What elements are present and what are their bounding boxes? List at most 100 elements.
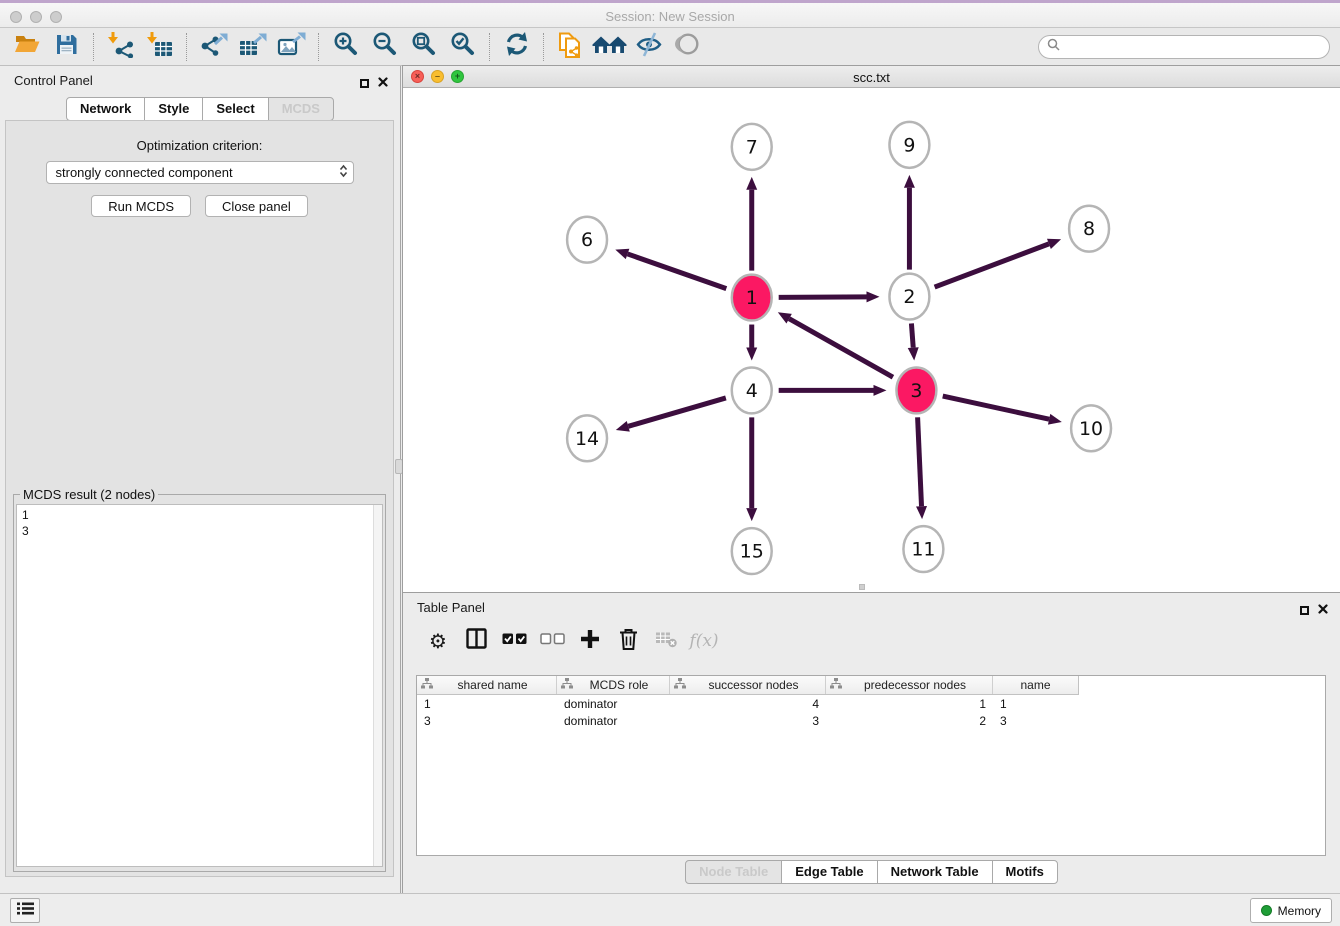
export-table-button[interactable]: [236, 30, 269, 63]
graph-node-15[interactable]: 15: [732, 528, 772, 574]
close-panel-icon[interactable]: [378, 74, 388, 92]
edge-3-10[interactable]: [943, 396, 1062, 424]
clone-network-button[interactable]: [554, 30, 587, 63]
result-scrollbar[interactable]: [373, 505, 382, 866]
column-header-predecessor-nodes[interactable]: predecessor nodes: [826, 676, 993, 694]
graph-node-6[interactable]: 6: [567, 217, 607, 263]
open-session-button[interactable]: [11, 30, 44, 63]
export-image-button[interactable]: [275, 30, 308, 63]
table-cell[interactable]: 3: [670, 714, 826, 728]
edge-1-2[interactable]: [779, 291, 880, 302]
show-column-panel-button[interactable]: [457, 623, 495, 659]
add-column-button[interactable]: [571, 623, 609, 659]
column-header-shared-name[interactable]: shared name: [417, 676, 557, 694]
zoom-fit-button[interactable]: [407, 30, 440, 63]
deselect-all-rows-button[interactable]: [533, 623, 571, 659]
edge-4-15[interactable]: [746, 417, 757, 521]
search-box[interactable]: [1038, 35, 1330, 59]
tab-select[interactable]: Select: [202, 97, 268, 121]
canvas-resize-handle[interactable]: [859, 584, 865, 590]
home-button[interactable]: [593, 30, 626, 63]
show-preview-button[interactable]: [671, 30, 704, 63]
tab-motifs[interactable]: Motifs: [992, 860, 1058, 884]
table-cell[interactable]: dominator: [557, 697, 670, 711]
table-cell[interactable]: 3: [993, 714, 1078, 728]
table-row[interactable]: 1dominator411: [417, 695, 1325, 712]
table-cell[interactable]: 1: [826, 697, 993, 711]
import-table-button[interactable]: [143, 30, 176, 63]
unchecked-boxes-icon: [540, 632, 565, 650]
column-header-successor-nodes[interactable]: successor nodes: [670, 676, 826, 694]
node-table[interactable]: shared nameMCDS rolesuccessor nodesprede…: [416, 675, 1326, 856]
edge-2-8[interactable]: [935, 239, 1061, 287]
zoom-selected-button[interactable]: [446, 30, 479, 63]
network-window-titlebar[interactable]: × – + scc.txt: [403, 66, 1340, 88]
edge-1-7[interactable]: [746, 177, 757, 271]
graph-node-1[interactable]: 1: [732, 275, 772, 321]
tab-mcds[interactable]: MCDS: [268, 97, 334, 121]
table-cell[interactable]: 2: [826, 714, 993, 728]
tab-network-table[interactable]: Network Table: [877, 860, 993, 884]
search-icon: [1047, 38, 1060, 56]
close-panel-button[interactable]: Close panel: [205, 195, 308, 217]
close-panel-icon[interactable]: [1318, 601, 1328, 619]
edge-3-1[interactable]: [778, 312, 893, 377]
float-panel-icon[interactable]: [1300, 606, 1309, 615]
network-graph[interactable]: 1 2 3 4 6 7 8 9 10 11 14 15: [403, 88, 1340, 592]
zoom-out-button[interactable]: [368, 30, 401, 63]
tab-edge-table[interactable]: Edge Table: [781, 860, 877, 884]
tab-style[interactable]: Style: [144, 97, 203, 121]
select-all-rows-button[interactable]: [495, 623, 533, 659]
graph-node-11[interactable]: 11: [903, 526, 943, 572]
graph-node-8[interactable]: 8: [1069, 206, 1109, 252]
edge-1-4[interactable]: [746, 325, 757, 361]
table-cell[interactable]: 3: [417, 714, 557, 728]
mcds-result-text[interactable]: 13: [16, 504, 383, 867]
table-cell[interactable]: 1: [417, 697, 557, 711]
import-table-icon: [146, 31, 174, 63]
graph-node-7[interactable]: 7: [732, 124, 772, 170]
graph-node-9[interactable]: 9: [889, 122, 929, 168]
column-header-mcds-role[interactable]: MCDS role: [557, 676, 670, 694]
table-cell[interactable]: 4: [670, 697, 826, 711]
table-cell[interactable]: 1: [993, 697, 1078, 711]
refresh-view-button[interactable]: [500, 30, 533, 63]
edge-4-3[interactable]: [779, 385, 887, 396]
graph-node-14[interactable]: 14: [567, 415, 607, 461]
table-cell[interactable]: dominator: [557, 714, 670, 728]
network-maximize-button[interactable]: +: [451, 70, 464, 83]
graph-node-4[interactable]: 4: [732, 367, 772, 413]
save-session-button[interactable]: [50, 30, 83, 63]
network-minimize-button[interactable]: –: [431, 70, 444, 83]
edge-2-9[interactable]: [904, 175, 915, 270]
hide-graphics-details-button[interactable]: [632, 30, 665, 63]
tab-network[interactable]: Network: [66, 97, 145, 121]
export-network-button[interactable]: [197, 30, 230, 63]
graph-node-3[interactable]: 3: [896, 367, 936, 413]
tab-node-table[interactable]: Node Table: [685, 860, 782, 884]
delete-table-button[interactable]: [647, 623, 685, 659]
network-close-button[interactable]: ×: [411, 70, 424, 83]
search-input[interactable]: [1065, 40, 1321, 55]
zoom-in-button[interactable]: [329, 30, 362, 63]
float-panel-icon[interactable]: [360, 79, 369, 88]
column-flag-icon: [421, 678, 433, 692]
column-header-name[interactable]: name: [993, 676, 1078, 694]
edge-2-3[interactable]: [908, 323, 919, 360]
table-row[interactable]: 3dominator323: [417, 712, 1325, 729]
run-mcds-button[interactable]: Run MCDS: [91, 195, 191, 217]
column-settings-button[interactable]: ⚙: [419, 623, 457, 659]
criterion-dropdown[interactable]: strongly connected component: [46, 161, 354, 184]
edge-1-6[interactable]: [615, 249, 726, 289]
edge-3-11[interactable]: [916, 417, 927, 519]
edge-4-14[interactable]: [616, 398, 726, 432]
function-builder-button[interactable]: f(x): [685, 623, 723, 659]
delete-column-button[interactable]: [609, 623, 647, 659]
graph-node-10[interactable]: 10: [1071, 405, 1111, 451]
network-canvas[interactable]: 1 2 3 4 6 7 8 9 10 11 14 15: [403, 88, 1340, 592]
list-icon: [17, 902, 34, 920]
task-history-button[interactable]: [10, 898, 40, 923]
memory-button[interactable]: Memory: [1250, 898, 1332, 923]
graph-node-2[interactable]: 2: [889, 274, 929, 320]
import-network-button[interactable]: [104, 30, 137, 63]
